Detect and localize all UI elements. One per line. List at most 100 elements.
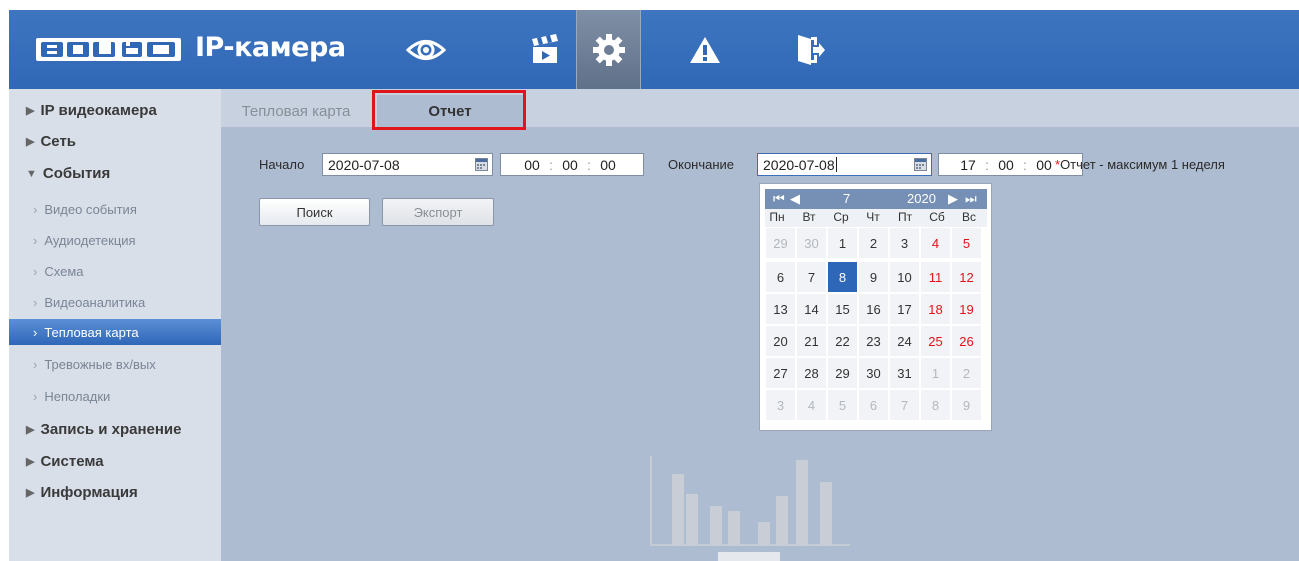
calendar-day[interactable]: 8 [828,262,857,292]
tab-heatmap[interactable]: Тепловая карта [221,95,371,127]
sidebar-section-system[interactable]: ▶ Система [26,453,104,470]
calendar-day[interactable]: 29 [766,228,795,258]
calendar-day[interactable]: 26 [952,326,981,356]
calendar-day[interactable]: 17 [890,294,919,324]
calendar-day[interactable]: 7 [890,390,919,420]
live-view-button[interactable] [395,10,457,89]
chart-bar [776,496,788,545]
calendar-icon[interactable] [475,158,488,171]
calendar-day[interactable]: 6 [859,390,888,420]
tab-bar: Тепловая карта Отчет [221,89,1299,130]
sidebar-section-information[interactable]: ▶ Информация [26,484,138,501]
sidebar-section-network[interactable]: ▶ Сеть [26,133,76,150]
prev-year-icon[interactable]: ⏮ [773,191,785,207]
calendar-day[interactable]: 13 [766,294,795,324]
sidebar-item-alarm-io[interactable]: › Тревожные вх/вых [9,351,221,377]
calendar-day[interactable]: 7 [797,262,826,292]
calendar-day[interactable]: 2 [952,358,981,388]
start-time-input[interactable]: 00: 00: 00 [500,153,644,176]
calendar-day[interactable]: 9 [859,262,888,292]
prev-month-icon[interactable]: ◀ [790,191,800,207]
next-year-icon[interactable]: ⏭ [965,191,977,207]
calendar-day[interactable]: 24 [890,326,919,356]
weekday-label: Чт [866,210,880,224]
alarm-button[interactable] [674,10,736,89]
calendar-day[interactable]: 28 [797,358,826,388]
calendar-day[interactable]: 23 [859,326,888,356]
sidebar-item-scheme[interactable]: › Схема [9,258,221,284]
calendar-day[interactable]: 10 [890,262,919,292]
calendar-day[interactable]: 15 [828,294,857,324]
calendar-day[interactable]: 25 [921,326,950,356]
sidebar-item-abnormality[interactable]: › Неполадки [9,383,221,409]
next-month-icon[interactable]: ▶ [948,191,958,207]
logout-button[interactable] [779,10,841,89]
start-date-input[interactable]: 2020-07-08 [322,153,493,176]
calendar-day[interactable]: 30 [797,228,826,258]
chevron-right-icon: › [33,232,38,248]
chart-bar [672,474,684,545]
warning-icon [690,36,720,63]
export-button[interactable]: Экспорт [382,198,494,226]
calendar-day[interactable]: 6 [766,262,795,292]
date-picker-popup: ⏮ ◀ 7 2020 ▶ ⏭ Пн Вт Ср Чт Пт Сб Вс 29 30 1 2 3 4 5 6… [759,183,992,431]
settings-button[interactable] [576,10,641,89]
bolid-logo-graphic [36,38,181,61]
calendar-day[interactable]: 3 [766,390,795,420]
sidebar-item-audio-detection[interactable]: › Аудиодетекция [9,227,221,253]
chart-bar [686,494,698,545]
chart-bar [820,482,832,545]
top-header: IP-камера [9,10,1299,89]
calendar-day[interactable]: 4 [797,390,826,420]
calendar-day[interactable]: 20 [766,326,795,356]
sidebar-item-heatmap[interactable]: › Тепловая карта [9,319,221,345]
expand-arrow-icon: ▶ [26,487,35,499]
sidebar-item-video-events[interactable]: › Видео события [9,196,221,222]
search-button[interactable]: Поиск [259,198,370,226]
calendar-day[interactable]: 22 [828,326,857,356]
end-label: Окончание [668,157,735,172]
end-date-input[interactable]: 2020-07-08 [757,153,932,176]
bolid-logo [36,38,181,61]
calendar-day[interactable]: 8 [921,390,950,420]
calendar-day[interactable]: 2 [859,228,888,258]
eye-icon [406,39,446,60]
calendar-day[interactable]: 16 [859,294,888,324]
chart-bar [758,522,770,545]
calendar-day[interactable]: 19 [952,294,981,324]
text-cursor [835,157,837,172]
gear-icon [592,33,625,66]
calendar-day[interactable]: 31 [890,358,919,388]
date-picker-year[interactable]: 2020 [907,191,936,206]
date-picker-month[interactable]: 7 [843,191,850,206]
chevron-right-icon: › [33,356,38,372]
calendar-day[interactable]: 27 [766,358,795,388]
calendar-day[interactable]: 5 [952,228,981,258]
expand-arrow-icon: ▶ [26,424,35,436]
calendar-day[interactable]: 30 [859,358,888,388]
calendar-day[interactable]: 18 [921,294,950,324]
calendar-day[interactable]: 4 [921,228,950,258]
calendar-day[interactable]: 14 [797,294,826,324]
sidebar-section-storage[interactable]: ▶ Запись и хранение [26,421,181,438]
calendar-day[interactable]: 12 [952,262,981,292]
app-title: IP-камера [195,32,346,63]
calendar-icon[interactable] [914,158,927,171]
sidebar: ▶ IP видеокамера ▶ Сеть ▼ События › Виде… [9,89,221,561]
sidebar-item-video-analytics[interactable]: › Видеоаналитика [9,289,221,315]
calendar-day[interactable]: 11 [921,262,950,292]
report-chart-placeholder [650,456,850,561]
weekday-label: Пн [769,210,785,224]
calendar-day[interactable]: 5 [828,390,857,420]
calendar-day[interactable]: 1 [828,228,857,258]
calendar-day[interactable]: 1 [921,358,950,388]
calendar-day[interactable]: 29 [828,358,857,388]
calendar-day[interactable]: 3 [890,228,919,258]
calendar-day[interactable]: 9 [952,390,981,420]
calendar-day[interactable]: 21 [797,326,826,356]
chart-caption-placeholder [718,552,780,561]
sidebar-section-ip-camera[interactable]: ▶ IP видеокамера [26,102,157,119]
chevron-right-icon: › [33,324,38,340]
sidebar-section-events[interactable]: ▼ События [26,165,110,182]
playback-button[interactable] [514,10,576,89]
